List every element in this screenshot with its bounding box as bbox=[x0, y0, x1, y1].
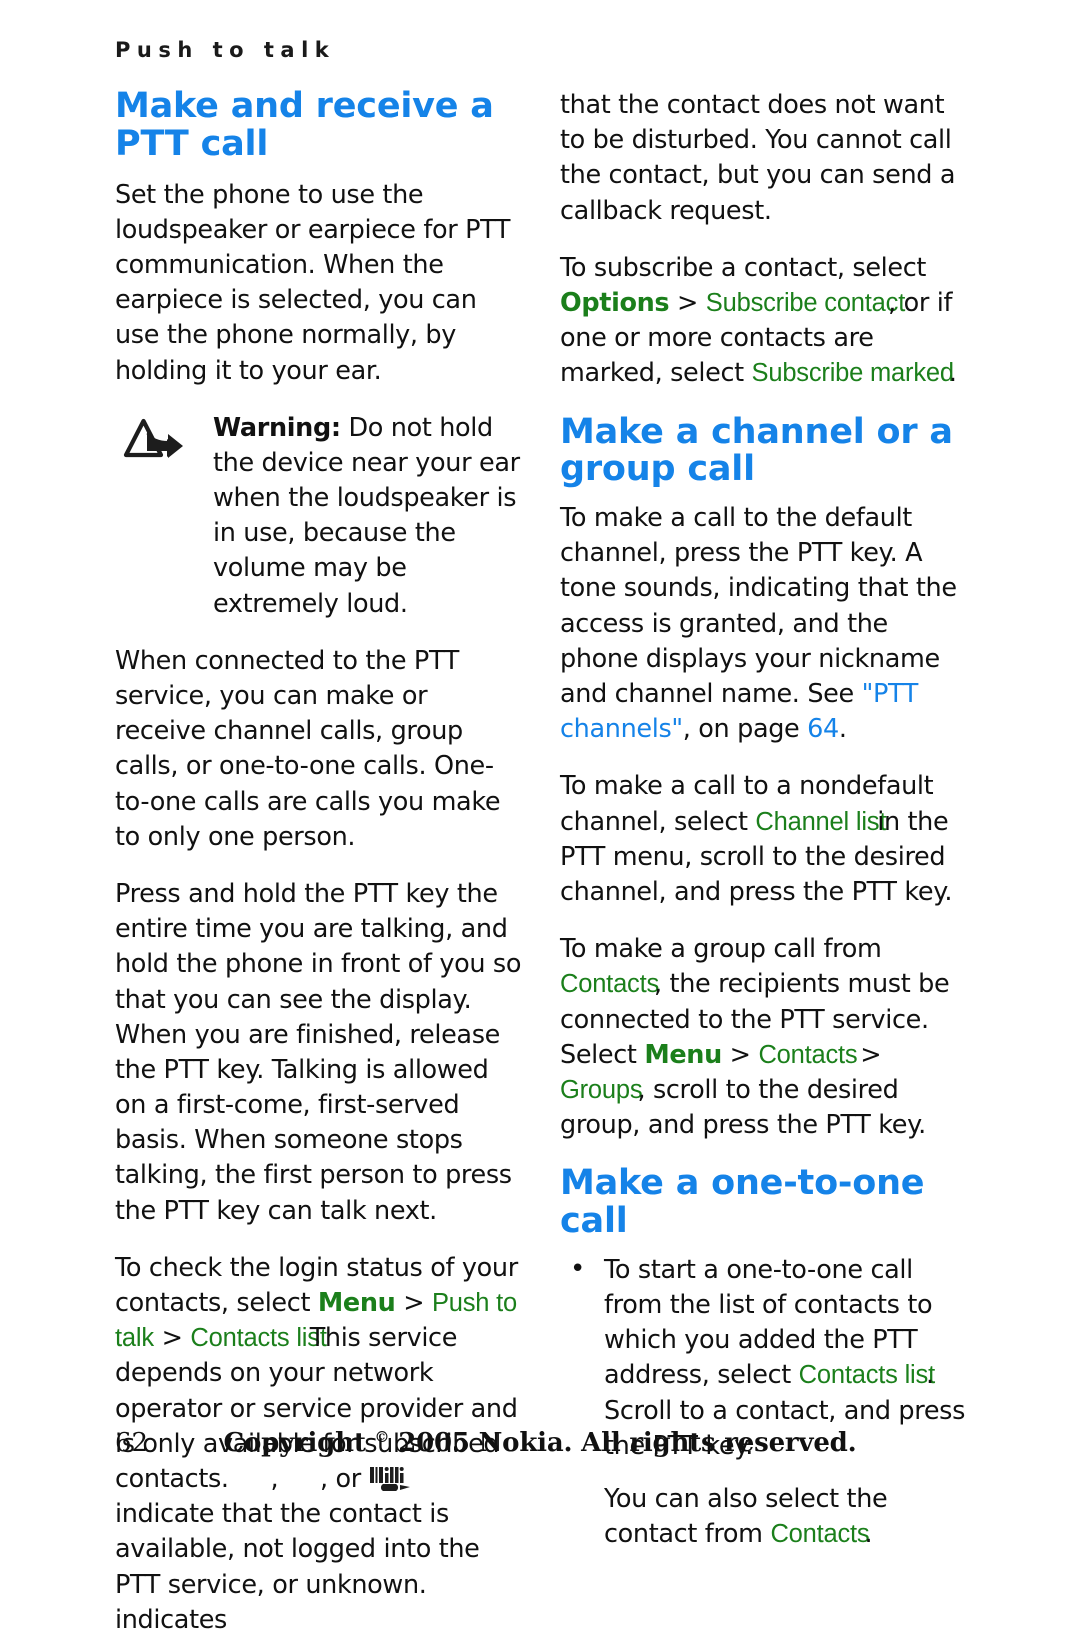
two-column-body: Make and receive a PTT call Set the phon… bbox=[0, 87, 1080, 1635]
ui-term-contacts-list: Contacts list bbox=[190, 1324, 327, 1353]
warning-note: Warning: Do not hold the device near you… bbox=[115, 411, 525, 622]
separator-chevron-3: > bbox=[669, 287, 706, 318]
paragraph-nondefault-channel: To make a call to a nondefault channel, … bbox=[560, 769, 970, 910]
page-footer: 62 Copyright © 2005 Nokia. All rights re… bbox=[0, 1428, 1080, 1468]
ui-term-subscribe-contact: Subscribe contact bbox=[705, 288, 906, 317]
paragraph-press-hold: Press and hold the PTT key the entire ti… bbox=[115, 878, 522, 1226]
ui-term-menu-2: Menu bbox=[644, 1039, 722, 1070]
copyright-rest: 2005 Nokia. All rights reserved. bbox=[398, 1428, 857, 1458]
login-status-text-3: , bbox=[270, 1463, 286, 1494]
cross-reference-page-number[interactable]: 64 bbox=[807, 714, 839, 744]
right-column: that the contact does not want to be dis… bbox=[560, 88, 970, 1552]
login-status-text-4: , or bbox=[319, 1463, 369, 1494]
ui-term-options: Options bbox=[560, 287, 670, 318]
left-column: Make and receive a PTT call Set the phon… bbox=[115, 86, 525, 1638]
also-select-text-2: . bbox=[864, 1519, 873, 1550]
default-channel-text-2: , on page bbox=[682, 714, 808, 745]
separator-chevron-5: > bbox=[852, 1039, 882, 1070]
ui-term-menu: Menu bbox=[317, 1288, 396, 1319]
page-title: Make and receive a PTT call bbox=[115, 86, 494, 164]
copyright-prefix: Copyright bbox=[223, 1428, 366, 1458]
ui-term-contacts-3: Contacts bbox=[770, 1520, 870, 1549]
separator-chevron-2: > bbox=[153, 1323, 191, 1354]
document-page: Push to talk Make and receive a PTT call… bbox=[0, 0, 1080, 1635]
ui-term-channel-list: Channel list bbox=[755, 807, 887, 836]
paragraph-connected: When connected to the PTT service, you c… bbox=[115, 645, 501, 852]
heading-make-one-to-one-call: Make a one-to-one call bbox=[560, 1163, 925, 1242]
paragraph-default-channel: To make a call to the default channel, p… bbox=[560, 501, 970, 747]
warning-label: Warning: bbox=[213, 412, 341, 443]
paragraph-continued: that the contact does not want to be dis… bbox=[560, 90, 956, 226]
subscribe-text-1: To subscribe a contact, select bbox=[560, 252, 927, 283]
login-status-text-5: indicate that the contact is available, … bbox=[115, 1499, 480, 1600]
default-channel-text-3: . bbox=[838, 714, 847, 745]
warning-triangle-arrow-icon bbox=[121, 417, 201, 469]
running-header: Push to talk bbox=[115, 38, 336, 62]
copyright-notice: Copyright © 2005 Nokia. All rights reser… bbox=[0, 1428, 1080, 1458]
heading-make-channel-or-group-call: Make a channel or a group call bbox=[560, 411, 953, 490]
ui-term-subscribe-marked: Subscribe marked bbox=[751, 359, 955, 388]
warning-note-text: Warning: Do not hold the device near you… bbox=[213, 411, 525, 622]
paragraph-group-call: To make a group call from Contacts, the … bbox=[560, 932, 970, 1143]
paragraph-subscribe: To subscribe a contact, select Options >… bbox=[560, 251, 970, 392]
paragraph-intro: Set the phone to use the loudspeaker or … bbox=[115, 179, 511, 386]
warning-body: Do not hold the device near your ear whe… bbox=[213, 412, 520, 619]
copyright-symbol: © bbox=[374, 1428, 390, 1446]
separator-chevron-1: > bbox=[395, 1288, 432, 1319]
minisd-logo-glyph bbox=[369, 1465, 427, 1495]
group-call-text-1: To make a group call from bbox=[560, 934, 882, 965]
ui-term-contacts-2: Contacts bbox=[758, 1040, 858, 1069]
ui-term-groups: Groups bbox=[560, 1075, 643, 1104]
ui-term-contacts-1: Contacts bbox=[560, 970, 660, 999]
ui-term-contacts-list-2: Contacts list bbox=[798, 1361, 935, 1390]
separator-chevron-4: > bbox=[721, 1039, 759, 1070]
paragraph-also-select: You can also select the contact from Con… bbox=[604, 1482, 970, 1552]
login-status-text-6: indicates bbox=[115, 1604, 227, 1635]
subscribe-text-3: . bbox=[948, 358, 957, 389]
